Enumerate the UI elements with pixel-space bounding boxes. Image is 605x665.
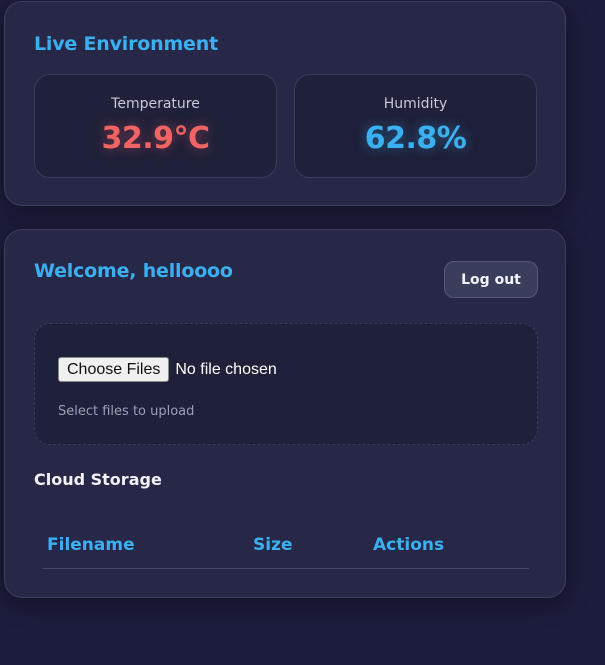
- dashboard-card: Welcome, helloooo Log out Choose Files N…: [4, 229, 566, 598]
- upload-hint: Select files to upload: [58, 404, 195, 419]
- cloud-storage-title: Cloud Storage: [34, 470, 162, 489]
- column-filename: Filename: [47, 535, 135, 555]
- humidity-value: 62.8%: [364, 121, 467, 156]
- humidity-metric: Humidity 62.8%: [294, 74, 537, 178]
- welcome-heading: Welcome, helloooo: [34, 260, 233, 282]
- file-input[interactable]: Choose Files No file chosen: [58, 357, 277, 382]
- temperature-value: 32.9°C: [101, 121, 210, 156]
- live-environment-card: Live Environment Temperature 32.9°C Humi…: [4, 1, 566, 206]
- upload-dropzone[interactable]: Choose Files No file chosen Select files…: [34, 323, 538, 445]
- storage-table-header: Filename Size Actions: [42, 535, 529, 569]
- temperature-metric: Temperature 32.9°C: [34, 74, 277, 178]
- logout-button[interactable]: Log out: [444, 261, 538, 298]
- column-size: Size: [253, 535, 293, 555]
- environment-title: Live Environment: [34, 33, 218, 55]
- choose-files-button[interactable]: Choose Files: [58, 357, 170, 382]
- file-status-text: No file chosen: [175, 360, 277, 378]
- temperature-label: Temperature: [111, 96, 200, 112]
- humidity-label: Humidity: [383, 96, 448, 112]
- column-actions: Actions: [373, 535, 445, 555]
